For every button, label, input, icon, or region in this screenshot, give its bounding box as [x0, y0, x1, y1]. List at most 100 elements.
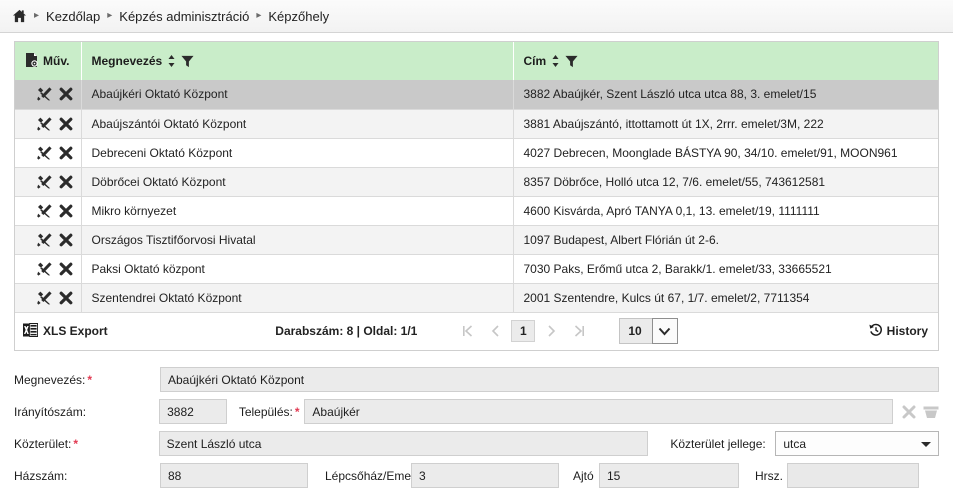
history-label: History — [886, 324, 928, 338]
input-hazszam[interactable]: 88 — [160, 463, 308, 488]
pager-first-button[interactable] — [453, 320, 481, 342]
history-clock-icon — [869, 323, 883, 340]
table-cell-megnevezes: Mikro környezet — [81, 196, 514, 226]
record-count-label: Darabszám: 8 | Oldal: 1/1 — [275, 324, 418, 338]
table-cell-actions — [15, 254, 82, 284]
table-row[interactable]: Paksi Oktató központ 7030 Paks, Erőmű utc… — [15, 254, 938, 284]
table-cell-cim: 1097 Budapest, Albert Flórián út 2-6. — [513, 225, 938, 255]
edit-tools-icon[interactable] — [37, 232, 52, 247]
delete-x-icon[interactable] — [59, 175, 73, 189]
column-header-cim[interactable]: Cím — [513, 42, 938, 80]
data-grid: Műv. Megnevezés Cím Abaújkéri Oktató Köz… — [14, 41, 939, 313]
input-telepules[interactable]: Abaújkér — [304, 399, 893, 424]
table-cell-megnevezes: Abaújszántói Oktató Központ — [81, 109, 514, 139]
table-cell-cim: 4027 Debrecen, Moonglade BÁSTYA 90, 34/1… — [513, 138, 938, 168]
delete-x-icon[interactable] — [59, 262, 73, 276]
input-ajto[interactable]: 15 — [599, 463, 739, 488]
trash-icon[interactable] — [923, 405, 939, 419]
xls-export-button[interactable]: XLS Export — [21, 322, 108, 340]
table-row[interactable]: Szentendrei Oktató Központ 2001 Szentendr… — [15, 283, 938, 313]
delete-x-icon[interactable] — [59, 204, 73, 218]
chevron-down-icon — [921, 437, 931, 451]
breadcrumb-item-kepzes-adminisztracio[interactable]: Képzés adminisztráció — [119, 9, 249, 24]
table-cell-megnevezes: Döbrőcei Oktató Központ — [81, 167, 514, 197]
edit-tools-icon[interactable] — [37, 203, 52, 218]
edit-tools-icon[interactable] — [37, 145, 52, 160]
delete-x-icon[interactable] — [59, 233, 73, 247]
edit-tools-icon[interactable] — [37, 261, 52, 276]
breadcrumb-item-kepzohely[interactable]: Képzőhely — [268, 9, 329, 24]
label-iranyitoszam: Irányítószám: — [14, 404, 87, 419]
table-cell-megnevezes: Paksi Oktató központ — [81, 254, 514, 284]
label-megnevezes: Megnevezés: * — [14, 373, 160, 387]
table-cell-megnevezes: Abaújkéri Oktató Központ — [81, 80, 514, 110]
form-row-kozterulet: Közterület: * Szent László utca Közterüle… — [14, 431, 939, 457]
clear-x-icon[interactable] — [902, 405, 916, 419]
edit-tools-icon[interactable] — [37, 87, 52, 101]
required-asterisk: * — [87, 372, 93, 387]
column-header-actions-label: Műv. — [43, 54, 70, 68]
page-size-value: 10 — [619, 318, 652, 344]
label-kozterulet: Közterület: * — [14, 437, 159, 451]
table-cell-actions — [15, 138, 82, 168]
page-size-select[interactable]: 10 — [619, 318, 678, 344]
filter-icon[interactable] — [565, 55, 578, 68]
page-settings-icon[interactable] — [25, 52, 38, 70]
required-asterisk: * — [73, 436, 79, 451]
column-header-megnevezes[interactable]: Megnevezés — [81, 42, 514, 80]
input-kozterulet[interactable]: Szent László utca — [158, 431, 649, 456]
table-row[interactable]: Abaújkéri Oktató Központ 3882 Abaújkér, S… — [15, 80, 938, 110]
input-iranyitoszam[interactable]: 3882 — [159, 399, 227, 424]
delete-x-icon[interactable] — [59, 117, 73, 131]
label-megnevezes-text: Megnevezés: — [14, 372, 86, 387]
delete-x-icon[interactable] — [59, 146, 73, 160]
delete-x-icon[interactable] — [59, 87, 73, 101]
breadcrumb-separator: ▸ — [34, 10, 40, 21]
telepules-actions — [902, 405, 939, 419]
xls-export-label: XLS Export — [43, 324, 108, 338]
table-row[interactable]: Országos Tisztifőorvosi Hivatal 1097 Buda… — [15, 225, 938, 255]
edit-tools-icon[interactable] — [37, 290, 52, 305]
label-hrsz: Hrsz. — [755, 468, 783, 483]
label-kozterulet-jellege: Közterület jellege: — [670, 436, 766, 451]
table-row[interactable]: Mikro környezet 4600 Kisvárda, Apró TANYA… — [15, 196, 938, 226]
edit-tools-icon[interactable] — [37, 116, 52, 131]
pagination: Darabszám: 8 | Oldal: 1/1 1 10 — [15, 318, 938, 344]
table-header-row: Műv. Megnevezés Cím — [15, 42, 938, 80]
pager-last-button[interactable] — [565, 320, 593, 342]
table-cell-megnevezes: Országos Tisztifőorvosi Hivatal — [81, 225, 514, 255]
sort-icon[interactable] — [167, 54, 176, 68]
table-row[interactable]: Döbrőcei Oktató Központ 8357 Döbrőce, Hol… — [15, 167, 938, 197]
input-megnevezes[interactable]: Abaújkéri Oktató Központ — [160, 367, 939, 392]
form-row-megnevezes: Megnevezés: * Abaújkéri Oktató Központ — [14, 367, 939, 393]
select-kozterulet-jellege-value: utca — [783, 436, 807, 451]
delete-x-icon[interactable] — [59, 291, 73, 305]
table-row[interactable]: Debreceni Oktató Központ 4027 Debrecen, M… — [15, 138, 938, 168]
label-telepules: Település: * — [227, 405, 305, 419]
filter-icon[interactable] — [181, 55, 194, 68]
excel-icon — [23, 322, 39, 340]
table-cell-actions — [15, 109, 82, 139]
grid-footer: XLS Export Darabszám: 8 | Oldal: 1/1 1 1… — [14, 312, 939, 351]
column-header-actions: Műv. — [15, 42, 82, 80]
sort-icon[interactable] — [551, 54, 560, 68]
input-hrsz[interactable] — [787, 463, 919, 488]
label-ajto: Ajtó — [573, 468, 594, 483]
breadcrumb-separator: ▸ — [256, 10, 262, 21]
breadcrumb-item-kezdolap[interactable]: Kezdőlap — [46, 9, 100, 24]
pager-prev-button[interactable] — [481, 320, 509, 342]
pager-next-button[interactable] — [537, 320, 565, 342]
table-row[interactable]: Abaújszántói Oktató Központ 3881 Abaújszá… — [15, 109, 938, 139]
pager-page-1[interactable]: 1 — [511, 320, 536, 342]
form-row-hazszam: Házszám: 88 Lépcsőház/Emelet 3 Ajtó 15 H… — [14, 463, 939, 489]
column-header-megnevezes-label: Megnevezés — [91, 54, 163, 68]
table-cell-cim: 8357 Döbrőce, Holló utca 12, 7/6. emelet… — [513, 167, 938, 197]
edit-tools-icon[interactable] — [37, 174, 52, 189]
home-icon[interactable] — [12, 9, 27, 23]
select-kozterulet-jellege[interactable]: utca — [775, 431, 939, 456]
table-cell-megnevezes: Szentendrei Oktató Központ — [81, 283, 514, 313]
history-button[interactable]: History — [869, 323, 932, 340]
table-cell-cim: 4600 Kisvárda, Apró TANYA 0,1, 13. emele… — [513, 196, 938, 226]
label-telepules-text: Település: — [238, 404, 293, 419]
input-lepcsohaz-emelet[interactable]: 3 — [411, 463, 559, 488]
